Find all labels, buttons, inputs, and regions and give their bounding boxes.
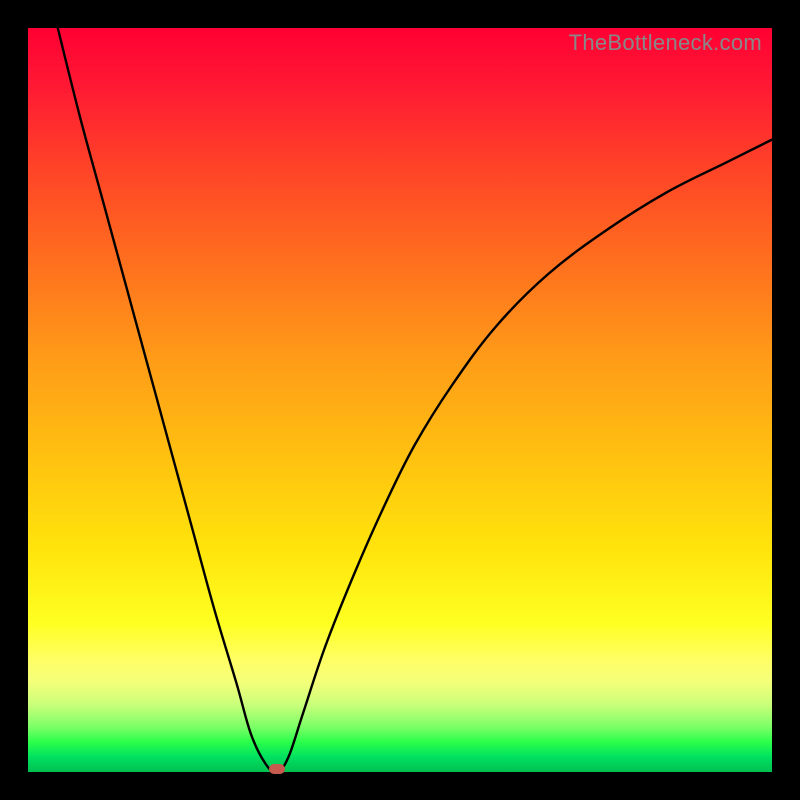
plot-area: TheBottleneck.com (28, 28, 772, 772)
chart-frame: TheBottleneck.com (0, 0, 800, 800)
minimum-marker (269, 764, 285, 774)
bottleneck-curve (28, 28, 772, 772)
